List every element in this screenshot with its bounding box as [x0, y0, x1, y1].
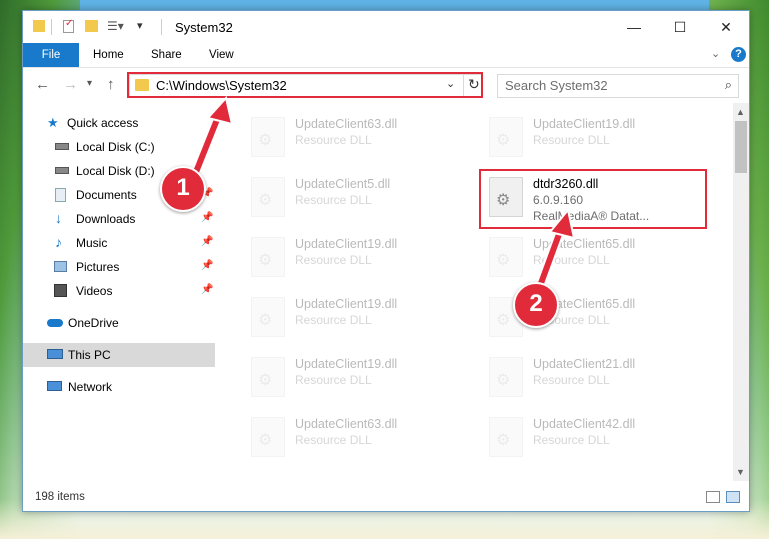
- annotation-arrows: [191, 95, 576, 291]
- arrow-1: [191, 95, 234, 177]
- arrow-2: [535, 207, 576, 291]
- callout-badge-1: 1: [160, 166, 206, 212]
- callout-badge-2: 2: [513, 282, 559, 328]
